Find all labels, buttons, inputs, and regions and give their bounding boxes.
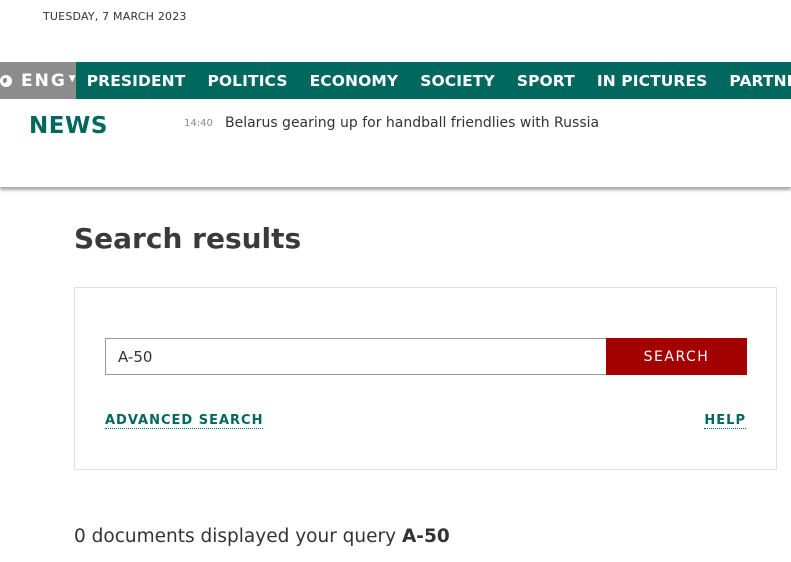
nav-item-economy[interactable]: ECONOMY: [299, 72, 410, 90]
news-ticker-bar: NEWS 14:40 Belarus gearing up for handba…: [0, 99, 791, 187]
advanced-search-link[interactable]: ADVANCED SEARCH: [105, 413, 264, 429]
ticker-headline-link[interactable]: Belarus gearing up for handball friendli…: [225, 115, 599, 131]
nav-item-partners[interactable]: PARTNERS: [718, 72, 791, 90]
search-panel: SEARCH ADVANCED SEARCH HELP: [74, 287, 777, 470]
news-label[interactable]: NEWS: [29, 113, 108, 139]
nav-item-in-pictures[interactable]: IN PICTURES: [586, 72, 719, 90]
globe-icon: [0, 74, 12, 87]
nav-item-society[interactable]: SOCIETY: [409, 72, 506, 90]
language-label: ENG: [21, 70, 67, 91]
nav-item-president[interactable]: PRESIDENT: [76, 72, 197, 90]
language-selector[interactable]: ENG ▼: [0, 62, 76, 99]
result-count: 0 documents displayed your query A-50: [74, 526, 450, 547]
main-navigation: ENG ▼ PRESIDENT POLITICS ECONOMY SOCIETY…: [0, 62, 791, 99]
nav-item-politics[interactable]: POLITICS: [196, 72, 298, 90]
result-query: A-50: [401, 526, 450, 547]
result-count-text: 0 documents displayed your query: [74, 526, 397, 547]
ticker-time: 14:40: [184, 118, 213, 129]
current-date: TUESDAY, 7 MARCH 2023: [43, 10, 187, 23]
page-title: Search results: [74, 222, 302, 255]
search-input[interactable]: [105, 338, 607, 375]
nav-item-sport[interactable]: SPORT: [506, 72, 586, 90]
help-link[interactable]: HELP: [704, 413, 746, 429]
caret-down-icon: ▼: [68, 73, 76, 84]
search-button[interactable]: SEARCH: [606, 338, 747, 375]
